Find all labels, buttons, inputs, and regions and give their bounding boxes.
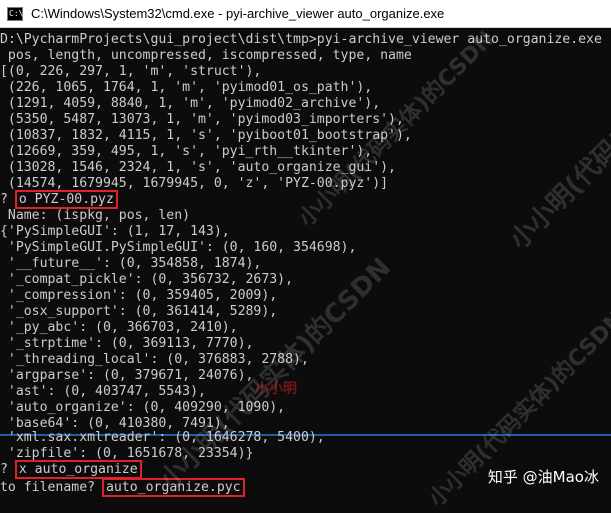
extract-command-highlight: x auto_organize — [14, 460, 142, 479]
console-line: {'PySimpleGUI': (1, 17, 143), — [0, 224, 230, 239]
console-line: (1291, 4059, 8840, 1, 'm', 'pyimod02_arc… — [0, 96, 381, 111]
console-line: D:\PycharmProjects\gui_project\dist\tmp>… — [0, 32, 602, 47]
console-line: pos, length, uncompressed, iscompressed,… — [0, 48, 412, 63]
attribution-label: 知乎 @油Mao冰 — [487, 468, 599, 486]
console-line: (5350, 5487, 13073, 1, 'm', 'pyimod03_im… — [0, 112, 404, 127]
open-command-highlight: o PYZ-00.pyz — [14, 190, 118, 209]
console-line: Name: (ispkg, pos, len) — [0, 208, 191, 223]
prompt-marker: ? — [0, 192, 16, 207]
window-titlebar[interactable]: C:\ C:\Windows\System32\cmd.exe - pyi-ar… — [0, 0, 611, 28]
console-line: 'argparse': (0, 379671, 24076), — [0, 368, 254, 383]
console-line: '_strptime': (0, 369113, 7770), — [0, 336, 254, 351]
console-line: '__future__': (0, 354858, 1874), — [0, 256, 262, 271]
console-prompt-line: ? x auto_organize — [0, 460, 142, 479]
cmd-app-icon: C:\ — [7, 6, 23, 21]
console-line: 'xml.sax.xmlreader': (0, 1646278, 5400), — [0, 430, 325, 445]
console-line: '_compression': (0, 359405, 2009), — [0, 288, 278, 303]
console-prompt-line: ? o PYZ-00.pyz — [0, 190, 118, 209]
console-output[interactable]: D:\PycharmProjects\gui_project\dist\tmp>… — [0, 30, 611, 510]
filename-prompt: to filename? — [0, 480, 103, 495]
console-line: (226, 1065, 1764, 1, 'm', 'pyimod01_os_p… — [0, 80, 373, 95]
console-line: '_py_abc': (0, 366703, 2410), — [0, 320, 238, 335]
console-filename-line: to filename? auto_organize.pyc — [0, 478, 245, 497]
console-line: (13028, 1546, 2324, 1, 's', 'auto_organi… — [0, 160, 396, 175]
console-line: [(0, 226, 297, 1, 'm', 'struct'), — [0, 64, 262, 79]
window-title: C:\Windows\System32\cmd.exe - pyi-archiv… — [31, 6, 445, 21]
filename-input[interactable]: auto_organize.pyc — [101, 478, 245, 497]
console-line: (10837, 1832, 4115, 1, 's', 'pyiboot01_b… — [0, 128, 412, 143]
console-line: '_osx_support': (0, 361414, 5289), — [0, 304, 278, 319]
prompt-marker: ? — [0, 462, 16, 477]
console-line: '_compat_pickle': (0, 356732, 2673), — [0, 272, 294, 287]
console-line: (12669, 359, 495, 1, 's', 'pyi_rth__tkin… — [0, 144, 373, 159]
console-line: 'auto_organize': (0, 409290, 1090), — [0, 400, 286, 415]
console-line: 'ast': (0, 403747, 5543), — [0, 384, 206, 399]
console-line: '_threading_local': (0, 376883, 2788), — [0, 352, 309, 367]
console-line: 'PySimpleGUI.PySimpleGUI': (0, 160, 3546… — [0, 240, 357, 255]
